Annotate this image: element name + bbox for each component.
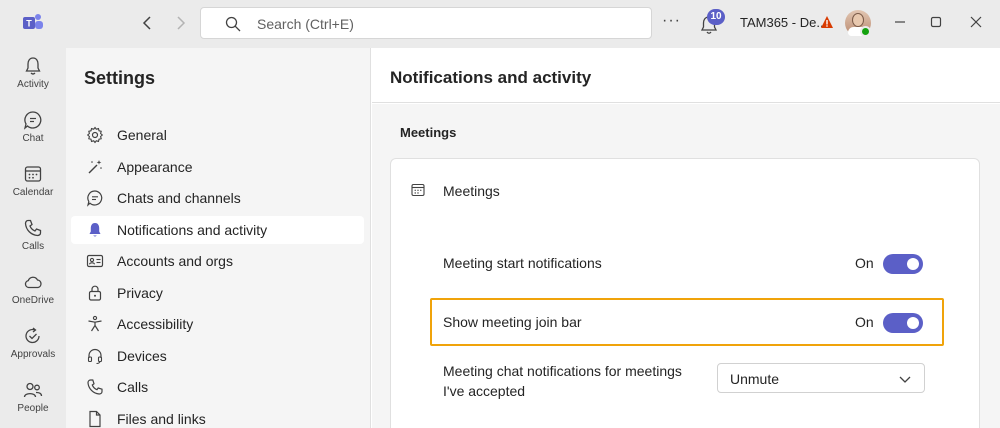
rail-label: Activity <box>17 79 49 90</box>
avatar-face <box>852 13 864 27</box>
page-title: Notifications and activity <box>390 68 592 87</box>
settings-item-chats-and-channels[interactable]: Chats and channels <box>71 184 364 212</box>
settings-item-label: Devices <box>117 348 167 364</box>
settings-item-label: General <box>117 127 167 143</box>
rail-label: People <box>17 403 49 414</box>
people-icon <box>23 382 43 398</box>
search-input[interactable]: Search (Ctrl+E) <box>200 7 652 39</box>
forward-button[interactable] <box>170 13 190 33</box>
rail-item-people[interactable]: People <box>0 376 66 428</box>
settings-item-files-and-links[interactable]: Files and links <box>71 405 364 428</box>
search-icon <box>225 16 241 32</box>
phone-icon <box>24 219 42 237</box>
approvals-icon <box>25 327 40 344</box>
rail-item-calls[interactable]: Calls <box>0 214 66 266</box>
settings-item-label: Notifications and activity <box>117 222 268 238</box>
rail-item-calendar[interactable]: Calendar <box>0 160 66 212</box>
warning-icon[interactable] <box>820 15 834 29</box>
settings-item-label: Calls <box>117 379 149 395</box>
chat-icon <box>23 111 42 130</box>
settings-pane: Settings General Appearance Chats and ch… <box>66 48 371 428</box>
main-header: Notifications and activity <box>372 48 1000 103</box>
headset-icon <box>87 348 103 365</box>
settings-item-accessibility[interactable]: Accessibility <box>71 310 364 338</box>
dropdown-value: Unmute <box>730 371 780 387</box>
chevron-right-icon <box>177 16 186 30</box>
teams-logo-icon: T <box>23 14 43 29</box>
title-bar: T Search (Ctrl+E) ··· 10 TAM365 - De... <box>0 0 1000 48</box>
chevron-left-icon <box>142 16 151 30</box>
settings-item-label: Accessibility <box>117 316 194 332</box>
settings-content: Meetings Meetings Meeting start notifica… <box>372 104 1000 428</box>
settings-item-label: Privacy <box>117 285 163 301</box>
rail-item-chat[interactable]: Chat <box>0 106 66 158</box>
card-title: Meetings <box>443 183 500 199</box>
rail-item-onedrive[interactable]: OneDrive <box>0 268 66 320</box>
back-button[interactable] <box>138 13 158 33</box>
toggle-state-label: On <box>855 255 874 271</box>
settings-item-accounts-and-orgs[interactable]: Accounts and orgs <box>71 247 364 275</box>
setting-label: Meeting chat notifications for meetings <box>443 363 682 379</box>
id-card-icon <box>86 254 104 268</box>
presence-available-icon <box>860 26 871 37</box>
setting-row-show-meeting-join-bar: Show meeting join bar On <box>431 307 943 337</box>
settings-item-general[interactable]: General <box>71 121 364 149</box>
meeting-chat-notifications-dropdown[interactable]: Unmute <box>717 363 925 393</box>
gear-icon <box>86 126 104 144</box>
settings-item-label: Accounts and orgs <box>117 253 233 269</box>
more-options-button[interactable]: ··· <box>662 12 681 30</box>
toggle-knob <box>907 317 919 329</box>
rail-item-activity[interactable]: Activity <box>0 52 66 104</box>
close-icon[interactable] <box>966 12 986 32</box>
settings-item-devices[interactable]: Devices <box>71 342 364 370</box>
settings-item-label: Files and links <box>117 411 206 427</box>
minimize-icon[interactable] <box>890 12 910 32</box>
app-rail: Activity Chat Calendar Calls OneDrive Ap… <box>0 48 66 428</box>
bell-icon <box>89 223 101 237</box>
settings-item-label: Appearance <box>117 159 193 175</box>
section-title: Meetings <box>400 125 457 140</box>
chat-icon <box>86 190 103 207</box>
show-meeting-join-bar-toggle[interactable] <box>883 313 923 333</box>
main-panel: Notifications and activity Meetings Meet… <box>372 48 1000 428</box>
setting-label: Show meeting join bar <box>443 314 582 330</box>
tenant-switcher[interactable]: TAM365 - De... <box>740 15 827 30</box>
toggle-state-label: On <box>855 314 874 330</box>
notification-count-badge: 10 <box>707 9 725 25</box>
rail-label: Calendar <box>12 187 54 198</box>
rail-label: Chat <box>22 133 44 144</box>
setting-label: Meeting start notifications <box>443 255 602 271</box>
setting-label-line2: I've accepted <box>443 383 526 399</box>
chevron-down-icon <box>899 376 911 383</box>
rail-label: OneDrive <box>11 295 55 306</box>
rail-label: Calls <box>21 241 45 252</box>
settings-item-privacy[interactable]: Privacy <box>71 279 364 307</box>
rail-item-approvals[interactable]: Approvals <box>0 322 66 374</box>
file-icon <box>89 410 101 428</box>
rail-label: Approvals <box>10 349 56 360</box>
maximize-icon[interactable] <box>926 12 946 32</box>
lock-icon <box>88 285 102 301</box>
settings-item-label: Chats and channels <box>117 190 241 206</box>
meeting-start-notifications-toggle[interactable] <box>883 254 923 274</box>
settings-item-calls[interactable]: Calls <box>71 373 364 401</box>
cloud-icon <box>24 276 42 289</box>
wand-icon <box>88 160 102 174</box>
settings-title: Settings <box>84 68 156 88</box>
settings-item-notifications-and-activity[interactable]: Notifications and activity <box>71 216 364 244</box>
bell-icon <box>25 57 41 75</box>
accessibility-icon <box>88 315 102 332</box>
calendar-icon <box>24 166 42 182</box>
svg-text:T: T <box>26 19 32 29</box>
setting-row-meeting-start-notifications: Meeting start notifications On <box>431 249 943 279</box>
search-placeholder: Search (Ctrl+E) <box>257 16 354 32</box>
phone-icon <box>87 379 103 395</box>
meetings-card: Meetings Meeting start notifications On … <box>390 158 980 428</box>
toggle-knob <box>907 258 919 270</box>
calendar-icon <box>411 183 425 197</box>
settings-item-appearance[interactable]: Appearance <box>71 153 364 181</box>
